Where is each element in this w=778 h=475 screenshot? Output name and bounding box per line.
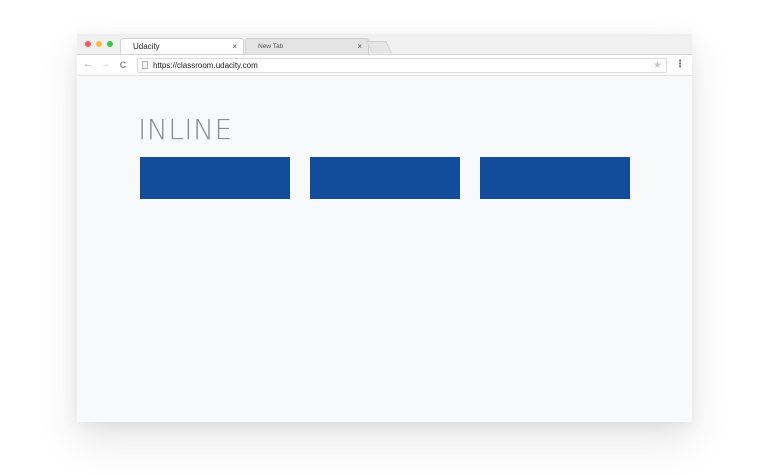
- page-heading: INLINE: [138, 113, 233, 146]
- address-bar[interactable]: https://classroom.udacity.com ★: [137, 58, 667, 73]
- inline-block: [480, 157, 630, 199]
- tab-title: Udacity: [133, 42, 160, 51]
- minimize-window-button[interactable]: [96, 41, 102, 47]
- back-arrow-icon[interactable]: ←: [81, 58, 95, 72]
- page-icon: [142, 61, 148, 69]
- tab-strip: Udacity × New Tab ×: [77, 34, 692, 54]
- tab-title: New Tab: [258, 43, 284, 50]
- tab-new-tab[interactable]: New Tab ×: [245, 38, 369, 54]
- tab-close-icon[interactable]: ×: [357, 39, 362, 55]
- screenshot-stage: Udacity × New Tab × ← → C https://classr…: [0, 0, 778, 475]
- new-tab-button[interactable]: [366, 41, 392, 53]
- inline-block: [140, 157, 290, 199]
- tab-close-icon[interactable]: ×: [232, 39, 237, 55]
- bookmark-star-icon[interactable]: ★: [653, 59, 662, 72]
- forward-arrow-icon[interactable]: →: [98, 58, 112, 72]
- page-content: INLINE: [77, 76, 692, 422]
- url-text: https://classroom.udacity.com: [153, 61, 258, 70]
- browser-toolbar: ← → C https://classroom.udacity.com ★ ⋮: [77, 54, 692, 76]
- close-window-button[interactable]: [85, 41, 91, 47]
- maximize-window-button[interactable]: [107, 41, 113, 47]
- browser-menu-icon[interactable]: ⋮: [675, 59, 685, 71]
- reload-icon[interactable]: C: [116, 58, 130, 72]
- inline-block: [310, 157, 460, 199]
- tab-udacity[interactable]: Udacity ×: [120, 38, 244, 54]
- browser-window: Udacity × New Tab × ← → C https://classr…: [77, 34, 692, 422]
